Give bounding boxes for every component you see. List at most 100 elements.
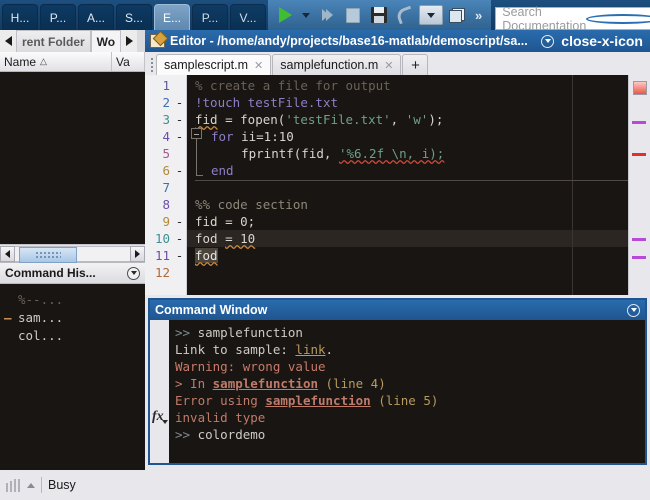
ribbon-tab-6[interactable]: V... [230, 4, 266, 30]
line-number: 11 [154, 248, 170, 263]
ribbon-tab-4[interactable]: E... [154, 4, 190, 30]
run-button[interactable] [272, 2, 298, 28]
stop-button[interactable] [340, 2, 366, 28]
sidebar-tab-current-folder[interactable]: rent Folder [16, 30, 91, 52]
new-tab-button[interactable]: + [402, 54, 429, 75]
grip-caret-icon[interactable] [27, 482, 35, 488]
floppy-disk-icon [371, 7, 387, 23]
list-item[interactable]: — sam... [0, 308, 145, 326]
keyword-token: end [211, 163, 234, 178]
ribbon-tab-0[interactable]: H... [2, 4, 38, 30]
left-tabs-prev-button[interactable] [0, 30, 16, 52]
close-icon[interactable]: ✕ [254, 59, 263, 72]
column-header-value[interactable]: Va [112, 52, 145, 71]
layout-dropdown-button[interactable] [418, 2, 444, 28]
resize-grip-icon[interactable] [6, 478, 20, 492]
hyperlink[interactable]: samplefunction [265, 393, 370, 408]
string-token: 'testFile.txt' [285, 112, 391, 127]
column-header-name[interactable]: Name △ [0, 52, 112, 71]
step-forward-button[interactable] [314, 2, 340, 28]
analyzer-mark[interactable] [632, 121, 646, 124]
search-input[interactable]: Search Documentation [495, 5, 650, 33]
output-line-4: > In samplefunction (line 4) [175, 375, 645, 392]
identifier-token: fid [195, 112, 218, 127]
scroll-right-button[interactable] [130, 245, 145, 262]
editor-tab-samplefunction[interactable]: samplefunction.m ✕ [272, 54, 402, 75]
command-window-frame: Command Window fx >> samplefunction Link… [148, 298, 647, 465]
left-tabs-next-button[interactable] [121, 30, 138, 52]
save-button[interactable] [366, 2, 392, 28]
left-panel-column: rent Folder Wo Name △ Va Command His... [0, 30, 145, 492]
undo-button[interactable] [392, 2, 418, 28]
list-item[interactable]: col... [0, 326, 145, 344]
analyzer-mark[interactable] [632, 256, 646, 259]
arrow-right-icon [125, 36, 133, 46]
breakpoint-slot[interactable]: - [173, 230, 186, 247]
command-window-body[interactable]: fx >> samplefunction Link to sample: lin… [150, 320, 645, 463]
circle-caret-down-icon[interactable] [127, 266, 140, 280]
circle-caret-down-icon[interactable] [541, 34, 555, 48]
scrollbar-track[interactable] [15, 245, 130, 263]
editor-analyzer-margin[interactable] [628, 75, 650, 295]
shell-token: touch testFile.txt [202, 95, 338, 110]
ribbon-tab-label: P... [49, 10, 67, 25]
breakpoint-slot[interactable] [173, 196, 186, 213]
breakpoint-gutter[interactable]: - - - - - - - [173, 75, 187, 295]
history-text: col... [18, 327, 64, 343]
code-line-5: fprintf(fid, '%6.2f \n, i); [187, 145, 628, 162]
analyzer-mark[interactable] [632, 153, 646, 156]
breakpoint-slot[interactable]: - [173, 162, 186, 179]
ribbon-tab-3[interactable]: S... [116, 4, 152, 30]
sidebar-tab-label: Wo [96, 34, 116, 49]
windows-cascade-icon [449, 7, 465, 23]
workspace-table-header: Name △ Va [0, 52, 145, 72]
ribbon-tab-label: E... [162, 10, 181, 25]
code-text[interactable]: % create a file for output !touch testFi… [187, 75, 628, 295]
breakpoint-slot[interactable] [173, 77, 186, 94]
matlab-ide-window: H... P... A... S... E... P... V... » Sea… [0, 0, 650, 500]
command-window-output[interactable]: >> samplefunction Link to sample: link. … [169, 320, 645, 463]
ribbon-tab-5[interactable]: P... [192, 4, 228, 30]
workspace-table-body[interactable] [0, 72, 145, 244]
breakpoint-slot[interactable]: - [173, 128, 186, 145]
breakpoint-slot[interactable]: - [173, 94, 186, 111]
breakpoint-slot[interactable] [173, 264, 186, 281]
sidebar-tab-workspace[interactable]: Wo [90, 30, 122, 52]
run-dropdown-button[interactable] [298, 2, 314, 28]
circle-caret-down-icon[interactable] [627, 303, 640, 317]
output-line-1: >> samplefunction [175, 324, 645, 341]
scrollbar-thumb[interactable] [19, 246, 77, 263]
fx-function-icon[interactable]: fx [152, 409, 168, 425]
toolbar-overflow-button[interactable]: » [470, 8, 487, 23]
workspace-horizontal-scrollbar[interactable] [0, 244, 145, 263]
breakpoint-slot[interactable] [173, 179, 186, 196]
command-history-body[interactable]: %--... — sam... col... [0, 284, 145, 492]
window-layout-button[interactable] [444, 2, 470, 28]
line-ref-link[interactable]: (line 4) [326, 376, 386, 391]
editor-tab-samplescript[interactable]: samplescript.m ✕ [156, 54, 272, 75]
arrow-left-icon [5, 249, 10, 258]
hyperlink[interactable]: link [295, 342, 325, 357]
line-ref-link[interactable]: (line 5) [378, 393, 438, 408]
output-line-2: Link to sample: link. [175, 341, 645, 358]
error-token: > In [175, 376, 213, 391]
close-icon[interactable]: ✕ [384, 59, 393, 72]
error-token: invalid type [175, 410, 266, 425]
breakpoint-slot[interactable]: - [173, 213, 186, 230]
grip-dots-icon [35, 250, 61, 259]
magnifier-icon[interactable] [586, 13, 650, 24]
line-number: 8 [162, 197, 170, 212]
ribbon-tab-1[interactable]: P... [40, 4, 76, 30]
line-number: 6 [162, 163, 170, 178]
breakpoint-slot[interactable]: - [173, 247, 186, 264]
hyperlink[interactable]: samplefunction [213, 376, 318, 391]
scroll-left-button[interactable] [0, 245, 15, 262]
analyzer-mark[interactable] [632, 238, 646, 241]
close-x-icon[interactable]: close-x-icon [559, 34, 645, 48]
breakpoint-slot[interactable]: - [173, 111, 186, 128]
breakpoint-slot[interactable] [173, 145, 186, 162]
fold-collapse-icon[interactable] [191, 128, 202, 139]
list-item[interactable]: %--... [0, 290, 145, 308]
ribbon-tab-2[interactable]: A... [78, 4, 114, 30]
error-status-box[interactable] [633, 81, 647, 95]
